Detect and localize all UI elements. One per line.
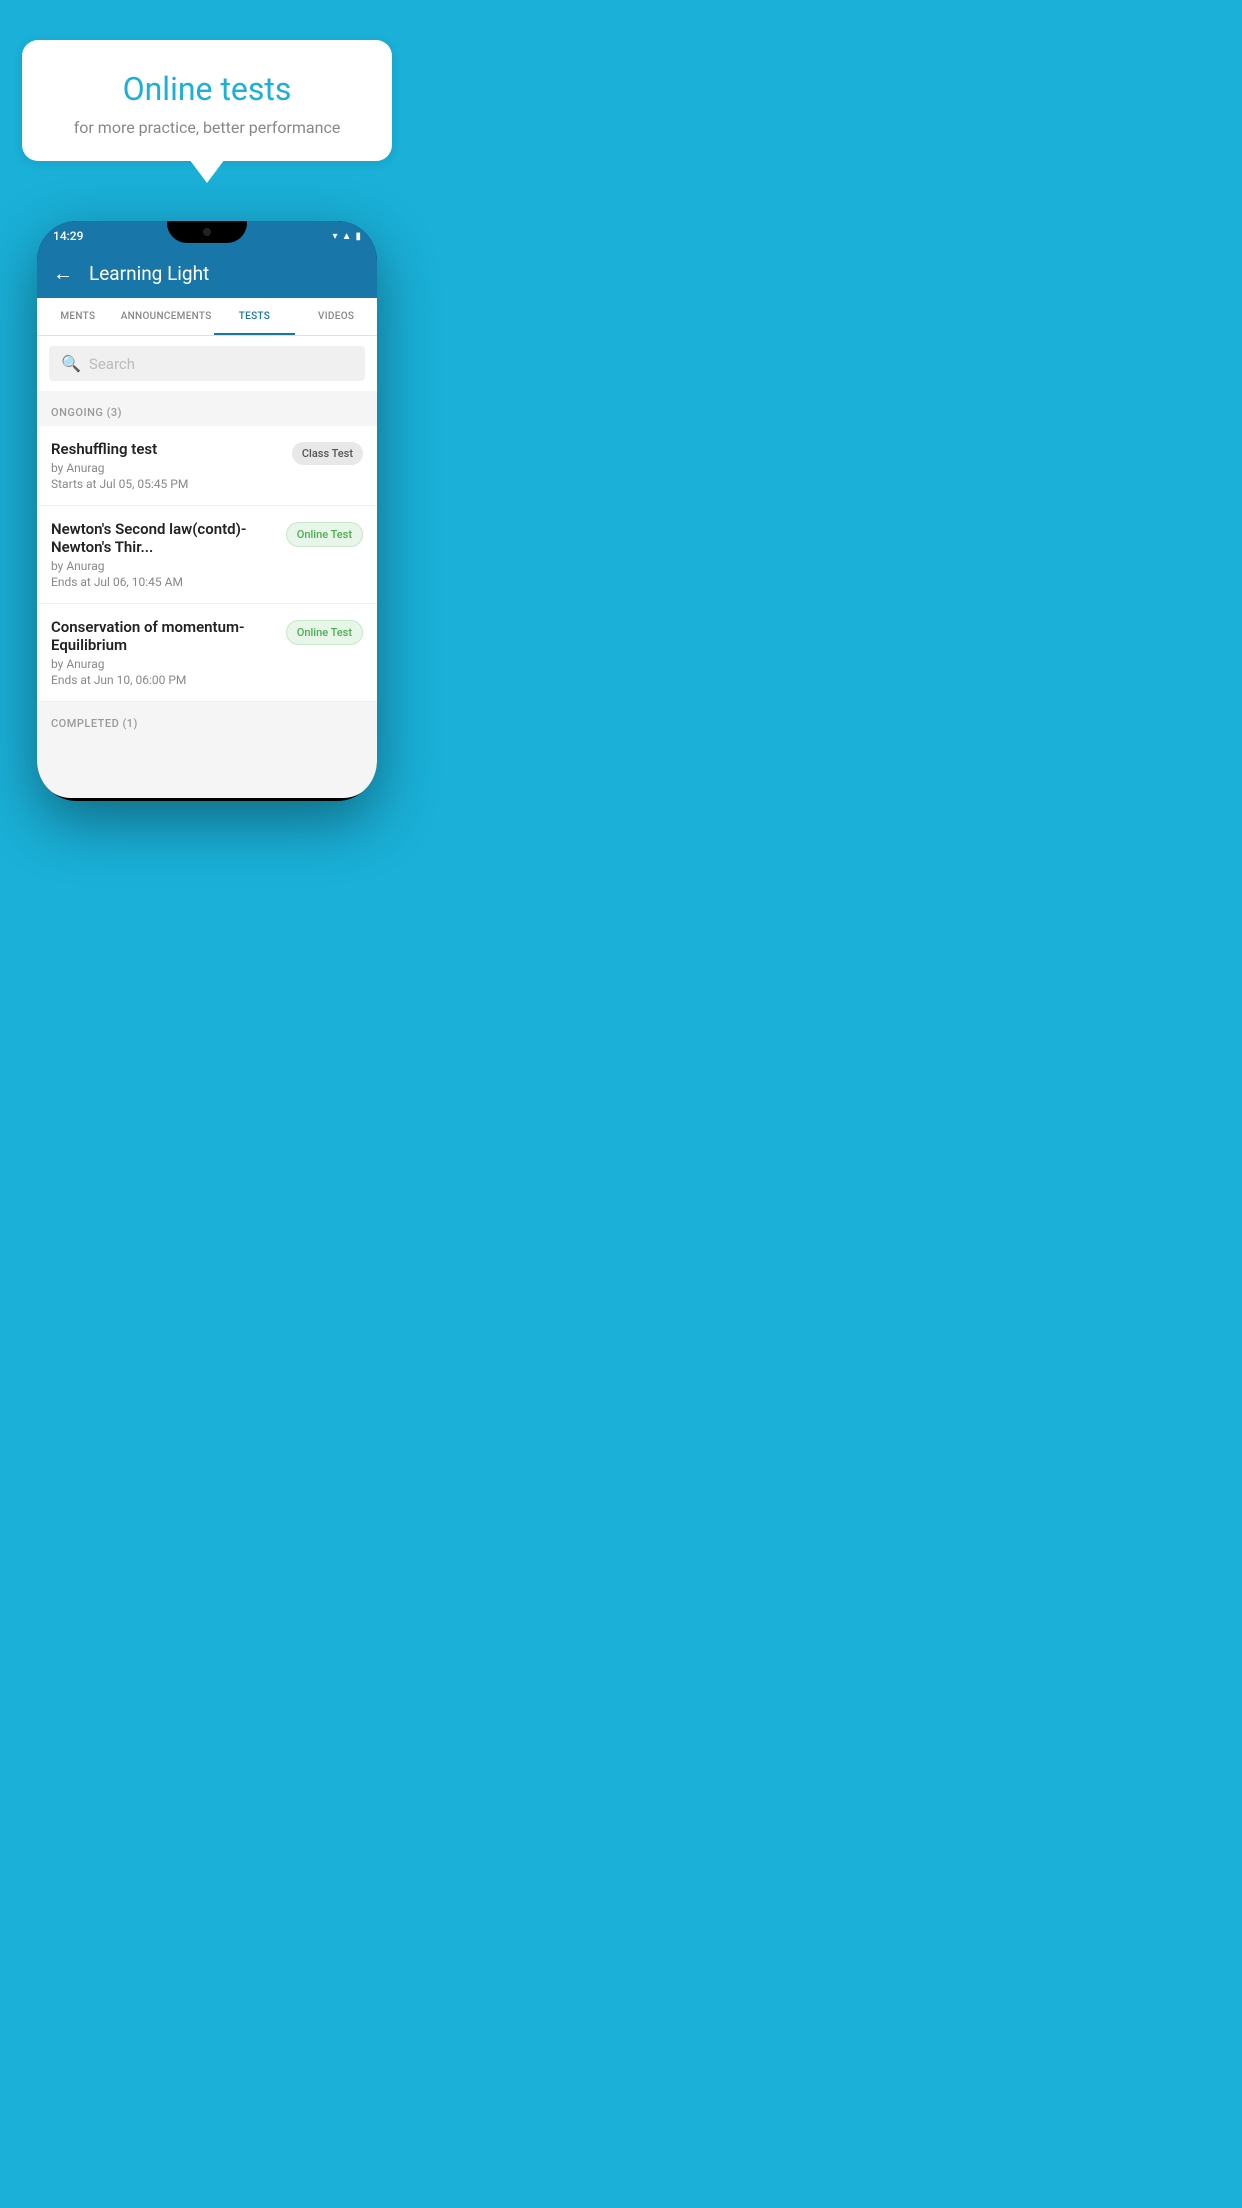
toolbar-title: Learning Light <box>89 262 209 285</box>
test-info: Newton's Second law(contd)-Newton's Thir… <box>51 520 276 589</box>
test-badge-online-2: Online Test <box>286 620 363 645</box>
phone-screen: MENTS ANNOUNCEMENTS TESTS VIDEOS 🔍 Searc… <box>37 298 377 798</box>
test-by: by Anurag <box>51 461 282 475</box>
tab-tests[interactable]: TESTS <box>214 298 296 335</box>
bubble-title: Online tests <box>52 70 362 108</box>
test-date: Ends at Jun 10, 06:00 PM <box>51 673 276 687</box>
tab-videos[interactable]: VIDEOS <box>295 298 377 335</box>
completed-section-header: COMPLETED (1) <box>37 702 377 737</box>
battery-icon: ▮ <box>355 231 361 242</box>
ongoing-label: ONGOING (3) <box>51 406 122 419</box>
tests-list: Reshuffling test by Anurag Starts at Jul… <box>37 426 377 702</box>
test-date: Starts at Jul 05, 05:45 PM <box>51 477 282 491</box>
bubble-area: Online tests for more practice, better p… <box>0 0 414 171</box>
test-date: Ends at Jul 06, 10:45 AM <box>51 575 276 589</box>
phone-device: 14:29 ▾ ▲ ▮ ← Learning Light MENTS <box>37 221 377 801</box>
test-item[interactable]: Reshuffling test by Anurag Starts at Jul… <box>37 426 377 506</box>
phone-notch <box>167 221 247 243</box>
back-button[interactable]: ← <box>53 261 73 286</box>
test-badge-online: Online Test <box>286 522 363 547</box>
tabs-bar: MENTS ANNOUNCEMENTS TESTS VIDEOS <box>37 298 377 336</box>
bubble-subtitle: for more practice, better performance <box>52 118 362 137</box>
tab-announcements[interactable]: ANNOUNCEMENTS <box>119 298 214 335</box>
speech-bubble: Online tests for more practice, better p… <box>22 40 392 161</box>
test-info: Reshuffling test by Anurag Starts at Jul… <box>51 440 282 491</box>
completed-label: COMPLETED (1) <box>51 717 138 730</box>
search-box[interactable]: 🔍 Search <box>49 346 365 381</box>
test-item[interactable]: Conservation of momentum-Equilibrium by … <box>37 604 377 702</box>
test-by: by Anurag <box>51 657 276 671</box>
test-info: Conservation of momentum-Equilibrium by … <box>51 618 276 687</box>
wifi-icon: ▾ <box>333 231 338 242</box>
test-name: Newton's Second law(contd)-Newton's Thir… <box>51 520 276 556</box>
signal-icon: ▲ <box>342 231 352 242</box>
toolbar: ← Learning Light <box>37 249 377 298</box>
search-placeholder: Search <box>89 355 135 373</box>
ongoing-section-header: ONGOING (3) <box>37 391 377 426</box>
search-container: 🔍 Search <box>37 336 377 391</box>
test-name: Conservation of momentum-Equilibrium <box>51 618 276 654</box>
search-icon: 🔍 <box>61 354 81 373</box>
test-name: Reshuffling test <box>51 440 282 458</box>
test-by: by Anurag <box>51 559 276 573</box>
status-icons: ▾ ▲ ▮ <box>333 231 361 242</box>
phone-wrapper: 14:29 ▾ ▲ ▮ ← Learning Light MENTS <box>0 221 414 801</box>
tab-ments[interactable]: MENTS <box>37 298 119 335</box>
test-item[interactable]: Newton's Second law(contd)-Newton's Thir… <box>37 506 377 604</box>
status-time: 14:29 <box>53 229 83 243</box>
camera-dot <box>203 228 211 236</box>
status-bar: 14:29 ▾ ▲ ▮ <box>37 221 377 249</box>
test-badge-class: Class Test <box>292 442 363 465</box>
